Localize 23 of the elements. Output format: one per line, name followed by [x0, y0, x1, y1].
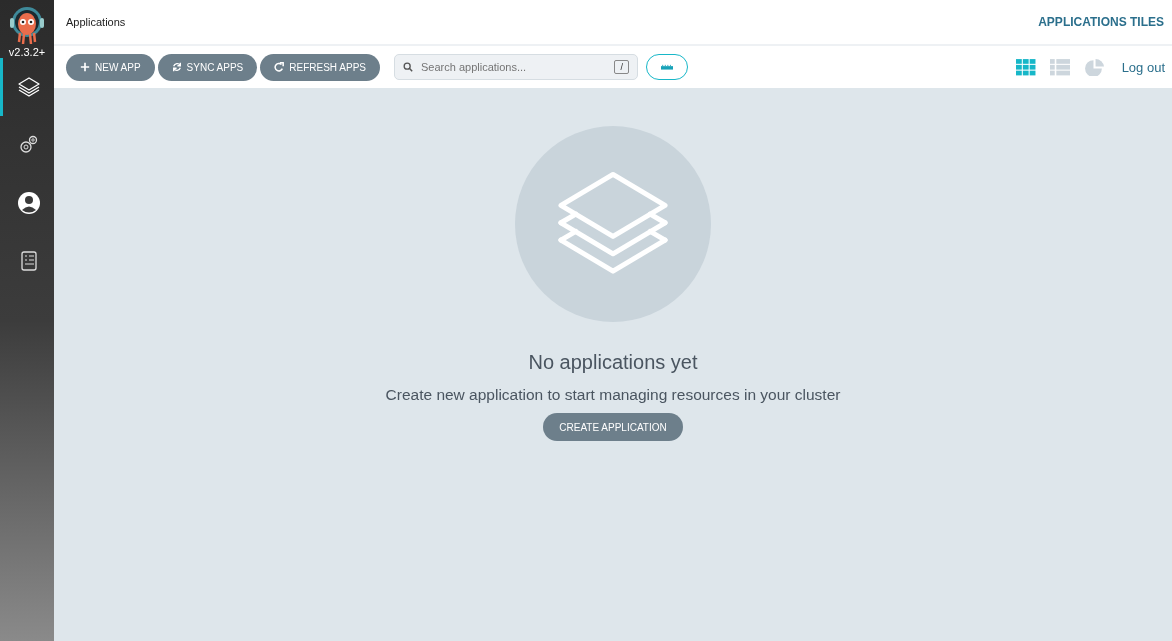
plus-icon: [80, 62, 90, 72]
sync-icon: [171, 62, 182, 72]
version-label: v2.3.2+: [7, 46, 47, 58]
toolbar-button[interactable]: REFRESH APPS: [260, 53, 380, 81]
refresh-icon: [274, 62, 285, 72]
toolbar-button[interactable]: SYNC APPS: [157, 53, 258, 81]
ruler-icon: [661, 64, 673, 70]
search-bar[interactable]: Search applications... /: [394, 54, 638, 80]
page-title: Applications: [66, 16, 126, 28]
mascot-logo: [7, 4, 47, 44]
tiles-view-icon[interactable]: [1015, 58, 1036, 76]
user-icon: [16, 191, 41, 215]
create-application-button[interactable]: CREATE APPLICATION: [543, 413, 683, 441]
logout-link[interactable]: Log out: [1121, 59, 1165, 75]
shortcut-key: /: [614, 60, 629, 74]
search-field[interactable]: Search applications...: [419, 60, 609, 74]
empty-message: Create new application to start managing resources in your cluster: [385, 386, 841, 404]
view-title: APPLICATIONS TILES: [1038, 15, 1164, 29]
search-icon: [403, 62, 413, 72]
layers-icon: [16, 75, 41, 99]
toolbar-button[interactable]: NEW APP: [66, 53, 155, 81]
empty-heading: No applications yet: [528, 351, 698, 374]
filter-toggle[interactable]: [646, 54, 688, 80]
